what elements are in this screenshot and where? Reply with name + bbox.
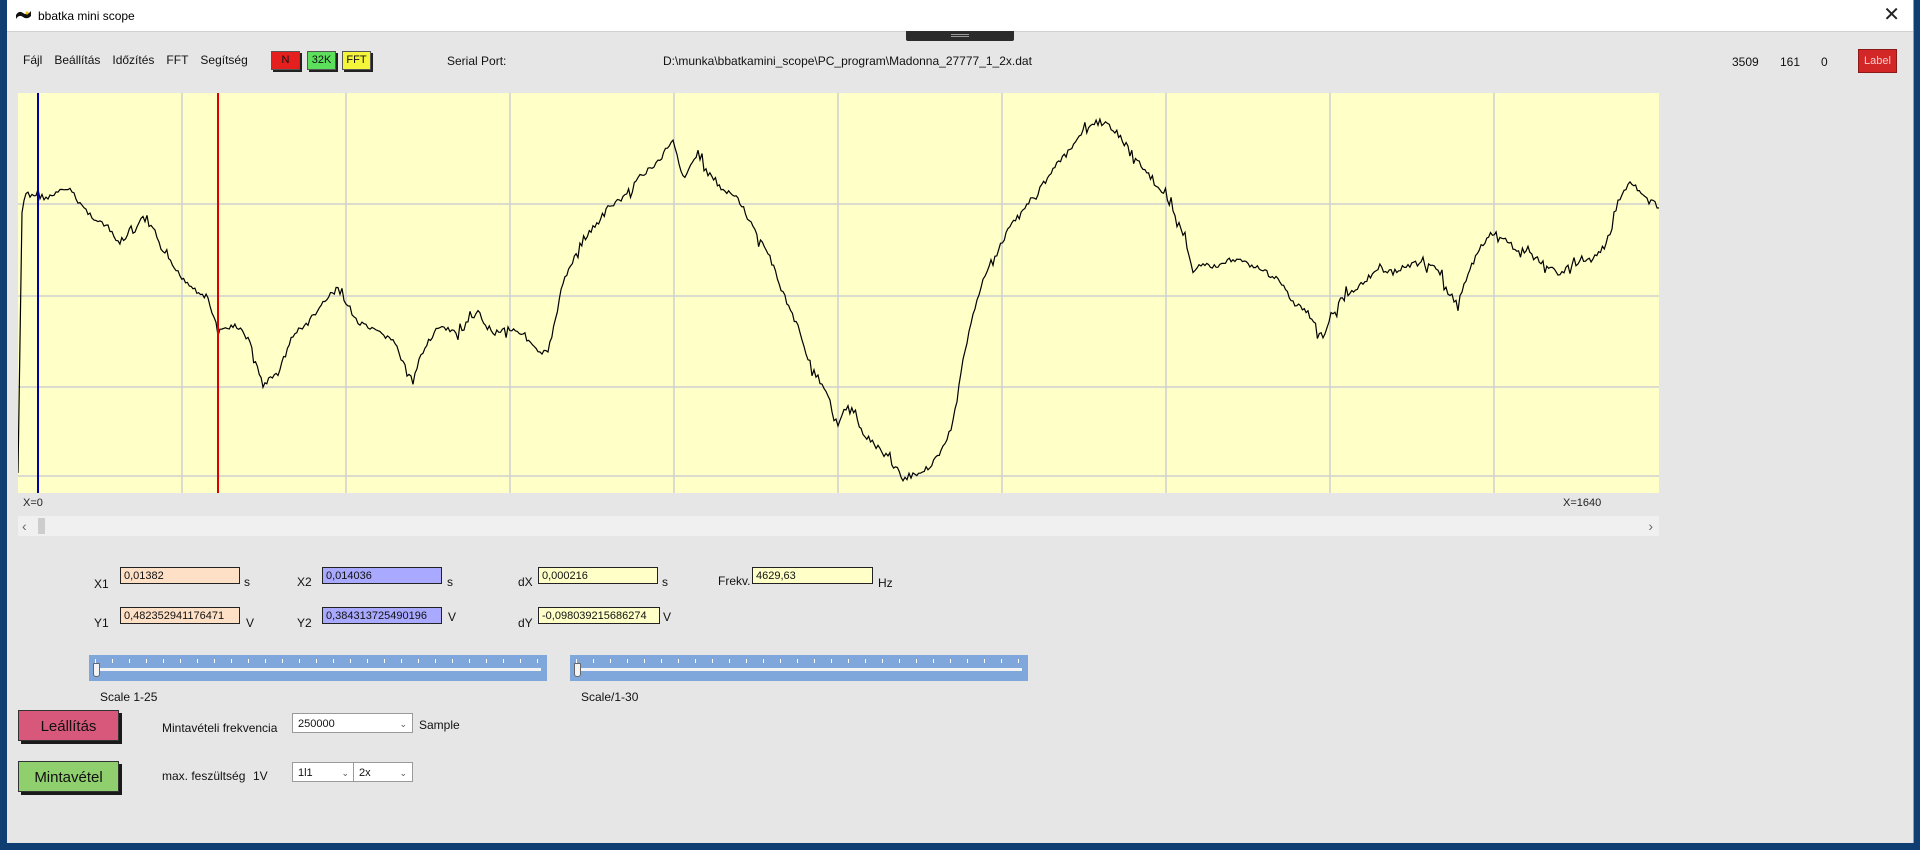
x2-unit: s xyxy=(447,575,453,589)
max-voltage-value: 1V xyxy=(253,769,268,783)
horizontal-scrollbar[interactable]: ‹ › xyxy=(18,516,1659,536)
scale-slider-2[interactable] xyxy=(570,655,1028,681)
dy-field[interactable]: -0,098039215686274 xyxy=(538,607,660,624)
menu-timing[interactable]: Időzítés xyxy=(106,53,160,67)
file-path: D:\munka\bbatkamini_scope\PC_program\Mad… xyxy=(663,54,1032,68)
scroll-thumb[interactable] xyxy=(38,518,45,534)
scale-slider-1[interactable] xyxy=(89,655,547,681)
sample-freq-label: Mintavételi frekvencia xyxy=(162,721,278,735)
status-value-c: 0 xyxy=(1821,55,1828,69)
dx-label: dX xyxy=(518,575,533,589)
scroll-left-icon[interactable]: ‹ xyxy=(22,518,27,534)
label-button[interactable]: Label xyxy=(1858,49,1897,73)
app-window: bbatka mini scope ✕ Fájl Beállítás Időzí… xyxy=(7,0,1914,843)
y1-unit: V xyxy=(246,616,255,630)
sample-unit-label: Sample xyxy=(419,718,460,732)
app-logo-icon xyxy=(15,8,32,22)
n-button[interactable]: N xyxy=(271,51,300,70)
y2-unit: V xyxy=(448,610,457,624)
max-voltage-label: max. feszültség xyxy=(162,769,246,783)
x1-field[interactable]: 0,01382 xyxy=(120,567,240,584)
ratio-value: 1l1 xyxy=(298,767,313,779)
x-end-label: X=1640 xyxy=(1563,497,1602,509)
menu-help[interactable]: Segítség xyxy=(194,53,253,67)
x1-label: X1 xyxy=(94,577,109,591)
close-icon[interactable]: ✕ xyxy=(1883,4,1900,26)
waveform-canvas[interactable] xyxy=(18,93,1659,493)
drag-handle[interactable] xyxy=(906,31,1014,41)
oscilloscope-plot[interactable] xyxy=(18,93,1659,493)
y1-label: Y1 xyxy=(94,616,109,630)
status-value-b: 161 xyxy=(1780,55,1801,69)
freq-unit: Hz xyxy=(878,576,893,590)
x2-label: X2 xyxy=(297,575,312,589)
chevron-down-icon: ⌄ xyxy=(399,719,407,729)
y2-label: Y2 xyxy=(297,616,312,630)
multiplier-select[interactable]: 2x ⌄ xyxy=(353,762,413,782)
freq-field[interactable]: 4629,63 xyxy=(752,567,873,584)
menu-file[interactable]: Fájl xyxy=(17,53,48,67)
menu-fft[interactable]: FFT xyxy=(160,53,194,67)
freq-label: Frekv. xyxy=(718,574,751,588)
menu-settings[interactable]: Beállítás xyxy=(48,53,106,67)
sample-button[interactable]: Mintavétel xyxy=(18,761,119,792)
scroll-right-icon[interactable]: › xyxy=(1648,518,1653,534)
32k-button[interactable]: 32K xyxy=(307,51,336,70)
slider-1-knob[interactable] xyxy=(93,663,100,677)
slider-2-knob[interactable] xyxy=(574,663,581,677)
chevron-down-icon: ⌄ xyxy=(399,768,407,778)
ratio-select[interactable]: 1l1 ⌄ xyxy=(292,762,355,782)
x-start-label: X=0 xyxy=(23,497,43,509)
x1-unit: s xyxy=(244,575,250,589)
fft-button[interactable]: FFT xyxy=(342,51,371,70)
title-bar: bbatka mini scope ✕ xyxy=(7,0,1913,32)
sample-freq-value: 250000 xyxy=(298,718,335,730)
window-title: bbatka mini scope xyxy=(38,9,135,23)
stop-button[interactable]: Leállítás xyxy=(18,710,119,741)
dx-unit: s xyxy=(662,575,668,589)
scale-slider-2-label: Scale/1-30 xyxy=(581,690,639,704)
serial-port-label: Serial Port: xyxy=(447,54,507,68)
y2-field[interactable]: 0,384313725490196 xyxy=(322,607,442,624)
scale-slider-1-label: Scale 1-25 xyxy=(100,690,158,704)
dy-label: dY xyxy=(518,616,533,630)
menu-bar: Fájl Beállítás Időzítés FFT Segítség xyxy=(17,53,254,67)
dx-field[interactable]: 0,000216 xyxy=(538,567,658,584)
y1-field[interactable]: 0,482352941176471 xyxy=(120,607,240,624)
sample-freq-select[interactable]: 250000 ⌄ xyxy=(292,713,413,733)
x2-field[interactable]: 0,014036 xyxy=(322,567,442,584)
chevron-down-icon: ⌄ xyxy=(341,768,349,778)
dy-unit: V xyxy=(663,610,672,624)
status-value-a: 3509 xyxy=(1732,55,1759,69)
multiplier-value: 2x xyxy=(359,767,371,779)
